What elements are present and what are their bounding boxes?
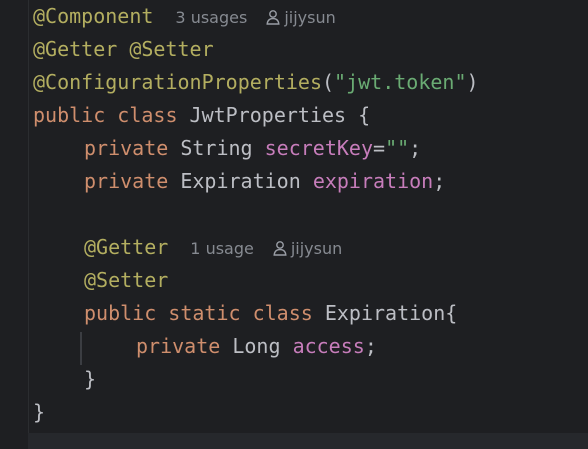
code-line-13[interactable]: }	[33, 396, 45, 429]
usages-hint[interactable]: 1 usage	[190, 239, 254, 258]
private-keyword: private	[84, 136, 169, 160]
code-line-3[interactable]: @ConfigurationProperties("jwt.token")	[33, 66, 479, 99]
setter-annotation[interactable]: @Setter	[84, 268, 168, 292]
prefix-string[interactable]: "jwt.token"	[334, 70, 466, 94]
field-type[interactable]: Expiration	[180, 169, 300, 193]
access-field[interactable]: access	[293, 334, 365, 358]
code-line-5[interactable]: private String secretKey="";	[84, 132, 421, 165]
inner-class-name[interactable]: Expiration	[325, 301, 445, 325]
semicolon: ;	[409, 136, 422, 160]
field-type[interactable]: Long	[232, 334, 280, 358]
open-paren: (	[321, 70, 335, 94]
configuration-properties-annotation[interactable]: @ConfigurationProperties	[33, 70, 322, 94]
field-type[interactable]: String	[180, 136, 252, 160]
close-brace: }	[33, 400, 46, 424]
class-keywords: public class	[33, 103, 178, 127]
author-name: jijysun	[284, 8, 336, 27]
semicolon: ;	[364, 334, 377, 358]
secret-key-field[interactable]: secretKey	[265, 136, 373, 160]
code-line-1[interactable]: @Component 3 usages jijysun	[33, 0, 336, 33]
code-line-2[interactable]: @Getter @Setter	[33, 33, 214, 66]
usages-hint[interactable]: 3 usages	[175, 8, 247, 27]
code-line-9[interactable]: @Setter	[84, 264, 168, 297]
user-icon	[273, 241, 287, 256]
author-hint[interactable]: jijysun	[272, 239, 342, 258]
semicolon: ;	[433, 169, 446, 193]
equals-sign: =	[373, 136, 386, 160]
author-hint[interactable]: jijysun	[265, 8, 336, 27]
component-annotation[interactable]: @Component	[33, 4, 153, 28]
close-brace: }	[84, 367, 97, 391]
author-name: jijysun	[290, 239, 343, 258]
open-brace: {	[445, 301, 458, 325]
code-line-11[interactable]: private Long access;	[136, 330, 377, 363]
user-icon	[266, 10, 280, 25]
close-paren: )	[466, 70, 479, 94]
code-line-6[interactable]: private Expiration expiration;	[84, 165, 445, 198]
open-brace: {	[358, 103, 371, 127]
getter-annotation[interactable]: @Getter	[84, 235, 168, 259]
code-line-8[interactable]: @Getter 1 usage jijysun	[84, 231, 342, 264]
editor-bottom-strip	[28, 433, 588, 449]
expiration-field[interactable]: expiration	[313, 169, 433, 193]
class-keywords: public static class	[84, 301, 313, 325]
empty-string: ""	[385, 136, 410, 160]
indent-guide	[80, 332, 82, 365]
code-line-4[interactable]: public class JwtProperties {	[33, 99, 370, 132]
setter-annotation[interactable]: @Setter	[129, 37, 213, 61]
private-keyword: private	[84, 169, 169, 193]
private-keyword: private	[136, 334, 221, 358]
code-line-12[interactable]: }	[84, 363, 96, 396]
getter-annotation[interactable]: @Getter	[33, 37, 117, 61]
class-name[interactable]: JwtProperties	[190, 103, 347, 127]
gutter-divider	[28, 0, 29, 449]
code-line-10[interactable]: public static class Expiration{	[84, 297, 457, 330]
code-editor[interactable]: @Component 3 usages jijysun @Getter @Sette…	[0, 0, 588, 449]
